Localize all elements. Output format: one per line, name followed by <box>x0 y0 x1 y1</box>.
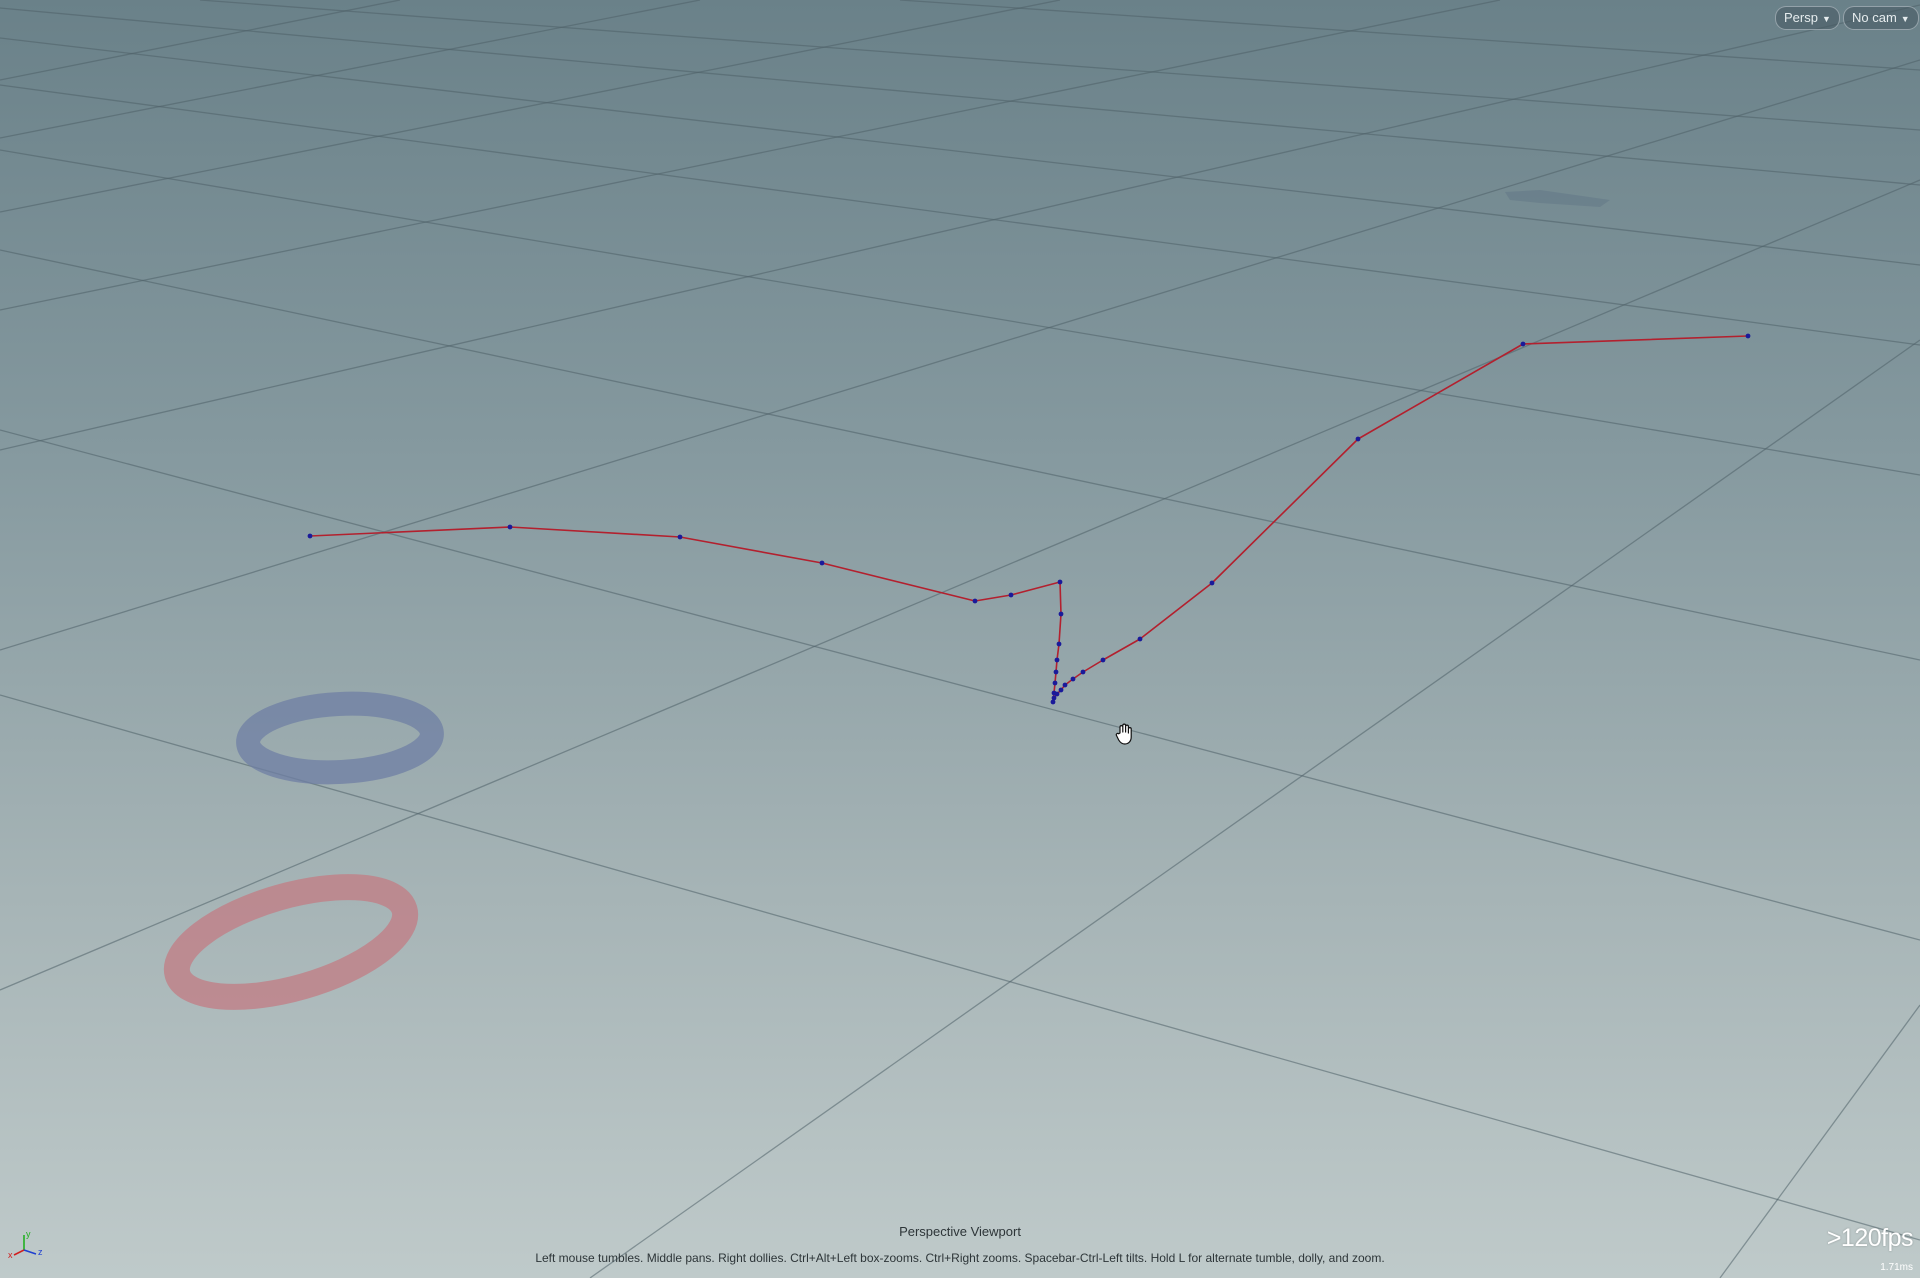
curve-point[interactable] <box>819 560 825 566</box>
curve-point[interactable] <box>1050 699 1056 705</box>
z-axis-marker <box>236 691 444 785</box>
distant-marker <box>1505 190 1610 207</box>
chevron-down-icon: ▼ <box>1900 14 1910 24</box>
motion-path-curve[interactable] <box>307 333 1751 705</box>
curve-point[interactable] <box>972 598 978 604</box>
perspective-viewport[interactable]: Persp ▼ No cam ▼ x y z Perspective Viewpor… <box>0 0 1920 1278</box>
curve-point[interactable] <box>1137 636 1143 642</box>
curve-point[interactable] <box>1054 691 1060 697</box>
curve-point[interactable] <box>307 533 313 539</box>
curve-point[interactable] <box>1053 669 1059 675</box>
curve-point[interactable] <box>1058 611 1064 617</box>
hand-cursor-icon <box>1115 723 1135 750</box>
curve-point[interactable] <box>1057 579 1063 585</box>
curve-point[interactable] <box>1209 580 1215 586</box>
camera-menu-button[interactable]: No cam ▼ <box>1843 6 1919 30</box>
curve-point[interactable] <box>1355 436 1361 442</box>
viewport-scene[interactable] <box>0 0 1920 1278</box>
curve-point[interactable] <box>1056 641 1062 647</box>
x-axis-marker <box>163 874 419 1010</box>
viewport-title: Perspective Viewport <box>899 1224 1021 1239</box>
fps-readout: >120fps <box>1826 1224 1914 1252</box>
curve-point[interactable] <box>1058 687 1064 693</box>
curve-point[interactable] <box>1062 682 1068 688</box>
curve-point[interactable] <box>1008 592 1014 598</box>
curve-point[interactable] <box>1052 680 1058 686</box>
chevron-down-icon: ▼ <box>1821 14 1831 24</box>
persp-menu-button[interactable]: Persp ▼ <box>1775 6 1840 30</box>
curve-point[interactable] <box>1054 657 1060 663</box>
curve-point[interactable] <box>677 534 683 540</box>
curve-point[interactable] <box>1520 341 1526 347</box>
curve-point[interactable] <box>1100 657 1106 663</box>
curve-point[interactable] <box>507 524 513 530</box>
curve-point[interactable] <box>1745 333 1751 339</box>
curve-point[interactable] <box>1051 695 1057 701</box>
navigation-hint: Left mouse tumbles. Middle pans. Right d… <box>535 1251 1385 1265</box>
curve-point[interactable] <box>1080 669 1086 675</box>
ground-grid <box>0 0 1920 1278</box>
persp-menu-label: Persp <box>1784 10 1818 25</box>
camera-menu-label: No cam <box>1852 10 1897 25</box>
frame-time-readout: 1.71ms <box>1880 1262 1913 1273</box>
curve-point[interactable] <box>1070 676 1076 682</box>
